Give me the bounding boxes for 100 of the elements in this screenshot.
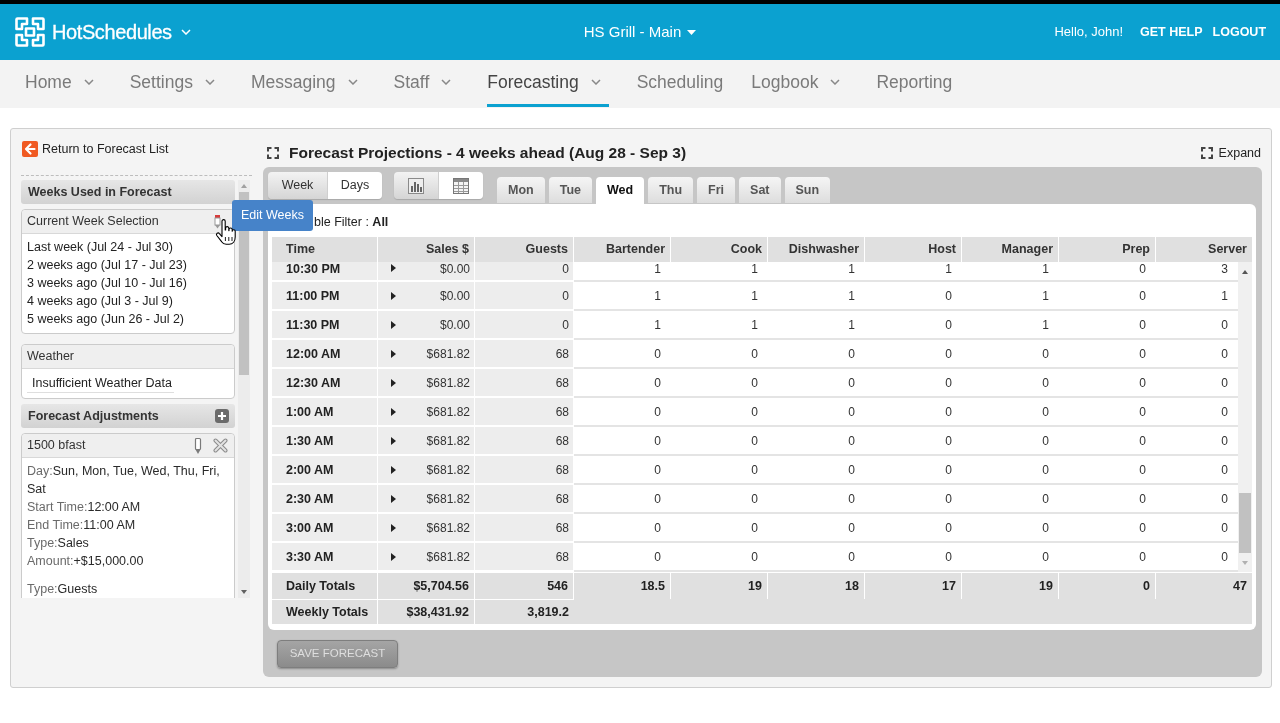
day-tab[interactable]: Fri <box>697 177 736 203</box>
table-cell: 1 <box>865 262 962 282</box>
page-title: Forecast Projections - 4 weeks ahead (Aug 28 - Sep 3) <box>289 143 687 164</box>
caret-right-icon[interactable] <box>391 264 396 272</box>
table-cell: 0 <box>1059 572 1156 599</box>
table-cell: 68 <box>475 369 574 398</box>
table-cell: 1 <box>768 262 865 282</box>
adjustment-detail: Type:Guests <box>27 581 99 598</box>
section-title: Forecast Adjustments <box>28 407 159 425</box>
sales-value: $681.82 <box>426 375 470 390</box>
week-item: Last week (Jul 24 - Jul 30) <box>27 239 174 256</box>
table-cell: 1 <box>671 262 768 282</box>
sales-value: $681.82 <box>426 462 470 477</box>
chevron-down-icon[interactable] <box>347 79 358 85</box>
nav-tab[interactable]: Settings <box>129 60 223 107</box>
chevron-down-icon[interactable] <box>830 79 841 85</box>
table-cell: 0 <box>475 282 574 311</box>
sales-value: $681.82 <box>426 549 470 564</box>
column-header: Time <box>272 237 378 262</box>
caret-down-icon[interactable] <box>687 29 697 35</box>
day-tab[interactable]: Sun <box>784 177 831 203</box>
day-tab[interactable]: Mon <box>497 177 545 203</box>
nav-tab[interactable]: Forecasting <box>487 60 609 107</box>
day-tab[interactable]: Thu <box>648 177 694 203</box>
day-tab[interactable]: Tue <box>548 177 592 203</box>
table-cell: 18.5 <box>574 572 671 599</box>
table-cell: 3 <box>1156 262 1238 282</box>
column-header: Prep <box>1059 237 1156 262</box>
tooltip: Edit Weeks <box>232 200 313 231</box>
column-header: Dishwasher <box>768 237 865 262</box>
expand-link[interactable]: Expand <box>1200 143 1261 163</box>
caret-right-icon[interactable] <box>391 494 396 503</box>
bar-chart-icon[interactable] <box>408 177 424 194</box>
nav-tab[interactable]: Staff <box>393 60 460 107</box>
table-cell: 3:30 AM <box>272 543 378 572</box>
caret-right-icon[interactable] <box>391 523 396 532</box>
back-link[interactable]: Return to Forecast List <box>20 139 252 159</box>
table-cell: 12:30 AM <box>272 369 378 398</box>
table-cell: 47 <box>1156 572 1252 599</box>
table-cell: 546 <box>475 572 574 599</box>
sales-value: $681.82 <box>426 491 470 506</box>
adjustment-detail: Type:Sales <box>27 535 90 552</box>
table-view-button[interactable] <box>438 172 483 199</box>
adjustment-detail: End Time:11:00 AM <box>27 517 137 534</box>
expand-icon[interactable] <box>267 147 279 159</box>
plus-icon[interactable] <box>215 409 229 423</box>
logo-icon <box>14 16 46 48</box>
expand-icon[interactable] <box>1200 147 1213 159</box>
caret-right-icon[interactable] <box>391 552 396 561</box>
table-cell: 68 <box>475 485 574 514</box>
table-cell: 68 <box>475 543 574 572</box>
chart-view-button[interactable] <box>394 172 438 199</box>
chevron-down-icon[interactable] <box>590 79 601 85</box>
nav-tab[interactable]: Scheduling <box>636 60 724 107</box>
table-cell: 0 <box>475 262 574 282</box>
column-header: Guests <box>475 237 574 262</box>
chevron-down-icon[interactable] <box>204 79 215 85</box>
table-cell: 68 <box>475 398 574 427</box>
chevron-down-icon[interactable] <box>441 79 452 85</box>
caret-right-icon[interactable] <box>391 291 396 300</box>
caret-right-icon[interactable] <box>391 320 396 329</box>
column-header: Cook <box>671 237 768 262</box>
view-toggle-button[interactable]: Week <box>268 172 327 199</box>
nav-tab[interactable]: Home <box>25 60 102 107</box>
caret-right-icon[interactable] <box>391 349 396 358</box>
nav-tab[interactable]: Reporting <box>876 60 953 107</box>
caret-right-icon[interactable] <box>391 378 396 387</box>
section-title: Weeks Used in Forecast <box>28 183 172 201</box>
sales-value: $681.82 <box>426 520 470 535</box>
day-tab[interactable]: Wed <box>596 177 645 204</box>
table-grid-icon[interactable] <box>453 177 469 194</box>
table-cell: 68 <box>475 514 574 543</box>
sales-value: $681.82 <box>426 404 470 419</box>
table-cell: 19 <box>962 572 1059 599</box>
table-cell: 10:30 PM <box>272 262 378 282</box>
sales-value: $681.82 <box>426 433 470 448</box>
day-tab[interactable]: Sat <box>739 177 781 203</box>
scrollbar[interactable] <box>1238 262 1252 572</box>
week-item: 4 weeks ago (Jul 3 - Jul 9) <box>27 293 174 310</box>
nav-tab[interactable]: Messaging <box>250 60 366 107</box>
caret-right-icon[interactable] <box>391 436 396 445</box>
view-toggle-button[interactable]: Days <box>327 172 382 199</box>
sales-value: $681.82 <box>426 346 470 361</box>
caret-right-icon[interactable] <box>391 407 396 416</box>
table-cell: $5,704.56 <box>378 572 475 599</box>
pencil-icon[interactable] <box>194 436 202 455</box>
table-cell: 1 <box>962 262 1059 282</box>
week-item: 3 weeks ago (Jul 10 - Jul 16) <box>27 275 188 292</box>
caret-right-icon[interactable] <box>391 465 396 474</box>
chevron-down-icon[interactable] <box>83 79 94 85</box>
close-icon[interactable] <box>213 438 228 453</box>
sales-value: $0.00 <box>439 288 470 303</box>
column-header: Bartender <box>574 237 671 262</box>
column-header: Sales $ <box>378 237 475 262</box>
pencil-icon[interactable] <box>214 214 221 229</box>
weather-message: Insufficient Weather Data <box>27 374 174 393</box>
adjustment-detail: Day:Sun, Mon, Tue, Wed, Thu, Fri, Sat <box>27 463 221 498</box>
nav-tab[interactable]: Logbook <box>751 60 849 107</box>
filter-label: ble Filter : All <box>313 215 390 229</box>
back-arrow-icon[interactable] <box>22 141 38 157</box>
